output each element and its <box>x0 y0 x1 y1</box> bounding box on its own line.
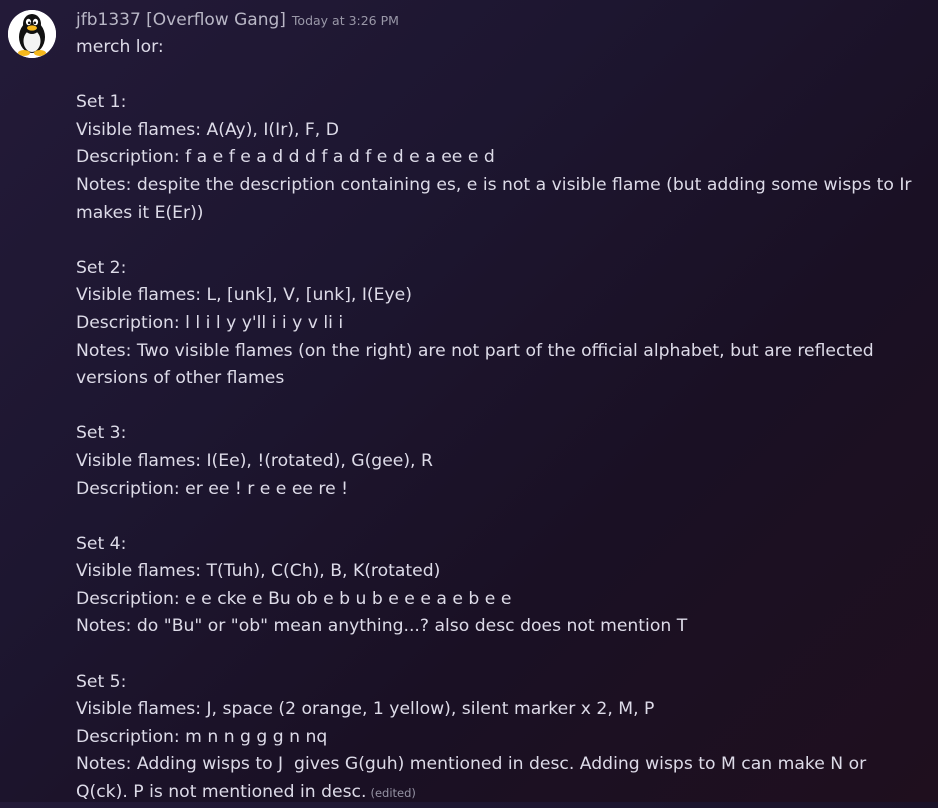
message-line: Visible flames: L, [unk], V, [unk], I(Ey… <box>76 285 412 306</box>
message-line: Visible flames: T(Tuh), C(Ch), B, K(rota… <box>76 561 441 582</box>
message-line-text: Notes: Adding wisps to J gives G(guh) me… <box>76 754 872 803</box>
message-line: Set 3: <box>76 423 127 444</box>
message-line: merch lor: <box>76 37 164 57</box>
edited-label: (edited) <box>370 786 416 801</box>
message-line: Description: f a e f e a d d d f a d f e… <box>76 147 495 168</box>
message-line: Notes: despite the description containin… <box>76 174 917 223</box>
message-line: Visible flames: A(Ay), I(Ir), F, D <box>76 119 339 140</box>
message-line: Description: er ee ! r e e ee re ! <box>76 478 349 499</box>
message-line: Set 5: <box>76 671 127 692</box>
message-line: Visible flames: J, space (2 orange, 1 ye… <box>76 699 655 720</box>
penguin-avatar-icon[interactable] <box>8 10 56 58</box>
message-content: merch lor: Set 1: Visible flames: A(Ay),… <box>76 34 916 808</box>
message-line: Set 2: <box>76 257 127 278</box>
message-timestamp: Today at 3:26 PM <box>291 13 399 28</box>
message-line: Description: e e cke e Bu ob e b u b e e… <box>76 588 512 609</box>
message-line: Description: m n n g g g n nq <box>76 726 328 747</box>
message-line: Notes: Two visible flames (on the right)… <box>76 340 880 389</box>
author-name[interactable]: jfb1337 [Overflow Gang] <box>76 10 286 30</box>
message-line: Set 1: <box>76 92 127 113</box>
message-line: Notes: do "Bu" or "ob" mean anything...?… <box>76 616 688 637</box>
message-line: Set 4: <box>76 533 127 554</box>
message-header: jfb1337 [Overflow Gang] Today at 3:26 PM <box>76 8 399 32</box>
chat-message: jfb1337 [Overflow Gang] Today at 3:26 PM … <box>0 0 938 802</box>
message-line: Description: l l i l y y'll i i y v li i <box>76 312 344 333</box>
message-line: Visible flames: I(Ee), !(rotated), G(gee… <box>76 450 433 471</box>
message-last-line: Notes: Adding wisps to J gives G(guh) me… <box>76 751 916 807</box>
